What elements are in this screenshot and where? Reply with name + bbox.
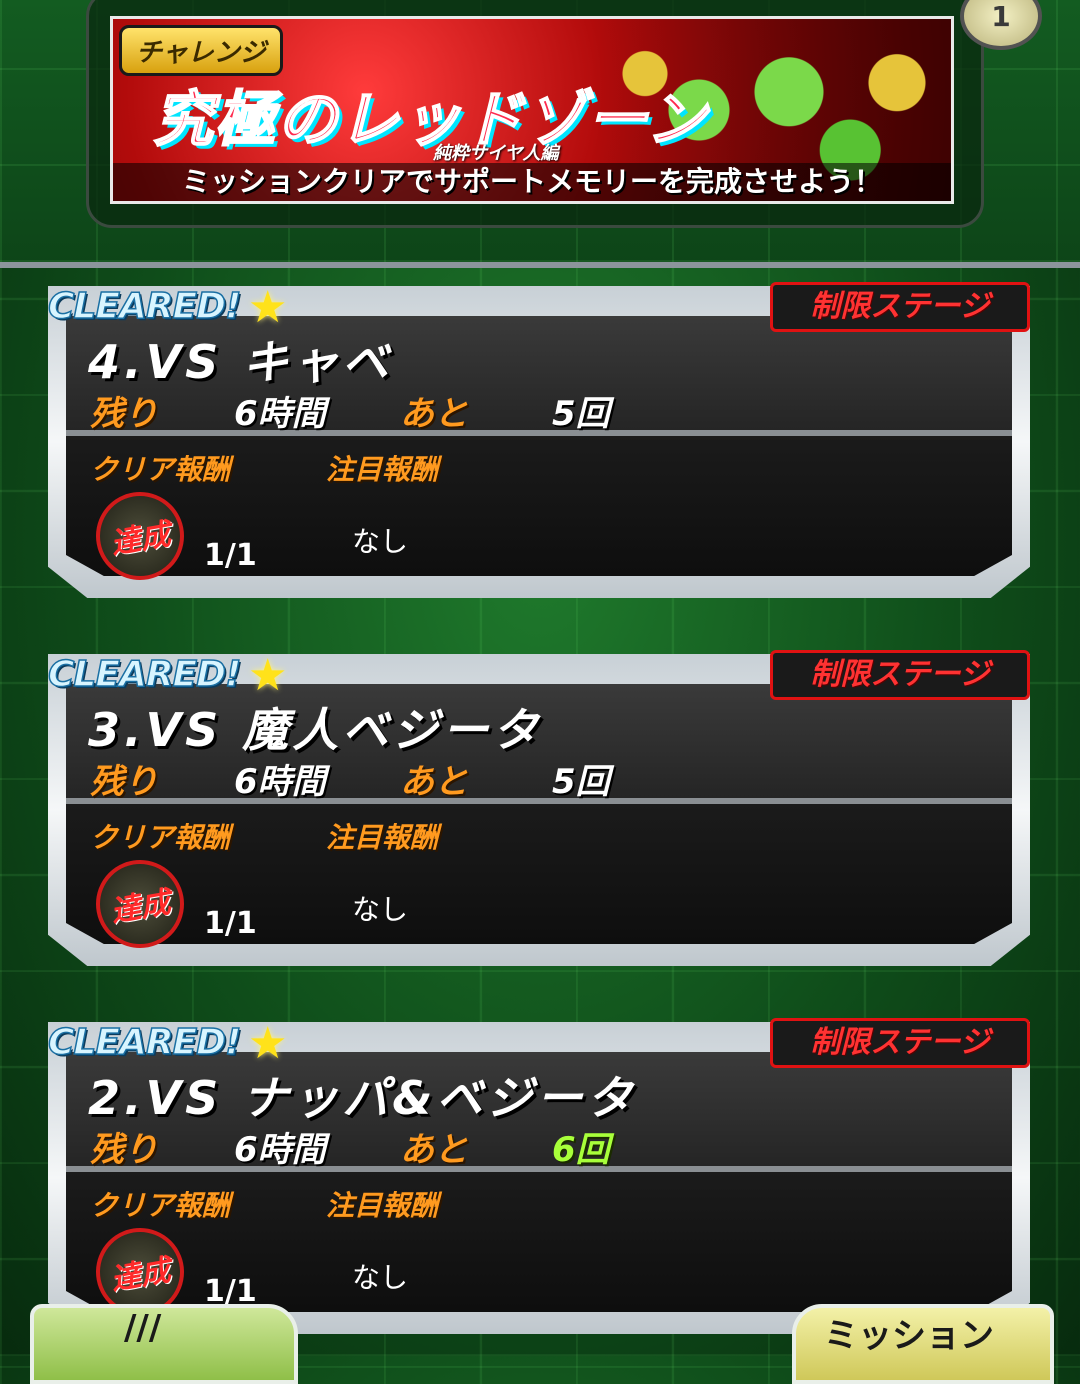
remaining-label: 残り xyxy=(90,1130,158,1170)
banner-caption: ミッションクリアでサポートメモリーを完成させよう！ xyxy=(113,163,951,201)
cleared-label: CLEARED! xyxy=(47,1021,242,1064)
banner-subtitle: 純粋サイヤ人編 xyxy=(433,143,559,164)
remaining-label: 残り xyxy=(90,394,158,434)
tries-remaining: 5回 xyxy=(552,762,610,802)
back-button[interactable]: /// xyxy=(30,1304,298,1384)
clear-reward-label: クリア報酬 xyxy=(90,821,231,854)
reward-count: 1/1 xyxy=(204,538,257,573)
focus-reward-value: なし xyxy=(352,1261,409,1294)
focus-reward-value: なし xyxy=(352,525,409,558)
focus-reward-value: なし xyxy=(352,893,409,926)
card-divider xyxy=(66,798,1012,804)
reward-count: 1/1 xyxy=(204,906,257,941)
tries-label: あと xyxy=(400,394,468,434)
remaining-time: 6時間 xyxy=(234,1130,326,1170)
card-divider xyxy=(66,1166,1012,1172)
remaining-time: 6時間 xyxy=(234,762,326,802)
remaining-time: 6時間 xyxy=(234,394,326,434)
event-banner[interactable]: チャレンジ 究極のレッドゾーン 純粋サイヤ人編 ミッションクリアでサポートメモリ… xyxy=(110,16,954,204)
restricted-stage-badge: 制限ステージ xyxy=(770,650,1030,700)
achieved-stamp-icon: 達成 xyxy=(96,860,184,948)
achieved-stamp-icon: 達成 xyxy=(96,492,184,580)
tries-label: あと xyxy=(400,762,468,802)
restricted-stage-badge: 制限ステージ xyxy=(770,282,1030,332)
stage-title: 2.VS ナッパ&ベジータ xyxy=(88,1071,637,1125)
achieved-text: 達成 xyxy=(108,885,174,930)
achieved-text: 達成 xyxy=(108,517,174,562)
mission-button[interactable]: ミッション xyxy=(792,1304,1054,1384)
clear-reward-label: クリア報酬 xyxy=(90,453,231,486)
tries-remaining: 6回 xyxy=(552,1130,610,1170)
stage-title: 3.VS 魔人ベジータ xyxy=(88,703,543,757)
tries-label: あと xyxy=(400,1130,468,1170)
focus-reward-label: 注目報酬 xyxy=(326,821,439,854)
event-header: チャレンジ 究極のレッドゾーン 純粋サイヤ人編 ミッションクリアでサポートメモリ… xyxy=(0,0,1080,268)
challenge-tag: チャレンジ xyxy=(119,25,283,76)
tries-remaining: 5回 xyxy=(552,394,610,434)
focus-reward-label: 注目報酬 xyxy=(326,1189,439,1222)
mission-card[interactable]: CLEARED! ★ 制限ステージ 4.VS キャベ 残り 6時間 あと 5回 … xyxy=(47,270,1030,598)
remaining-label: 残り xyxy=(90,762,158,802)
achieved-stamp-icon: 達成 xyxy=(96,1228,184,1316)
card-divider xyxy=(66,430,1012,436)
mission-card[interactable]: CLEARED! ★ 制限ステージ 3.VS 魔人ベジータ 残り 6時間 あと … xyxy=(47,638,1030,966)
achieved-text: 達成 xyxy=(108,1253,174,1298)
clear-reward-label: クリア報酬 xyxy=(90,1189,231,1222)
mission-card[interactable]: CLEARED! ★ 制限ステージ 2.VS ナッパ&ベジータ 残り 6時間 あ… xyxy=(47,1006,1030,1334)
cleared-label: CLEARED! xyxy=(47,285,242,328)
restricted-stage-badge: 制限ステージ xyxy=(770,1018,1030,1068)
cleared-label: CLEARED! xyxy=(47,653,242,696)
stage-title: 4.VS キャベ xyxy=(88,335,393,389)
banner-title: 究極のレッドゾーン xyxy=(152,84,708,156)
focus-reward-label: 注目報酬 xyxy=(326,453,439,486)
